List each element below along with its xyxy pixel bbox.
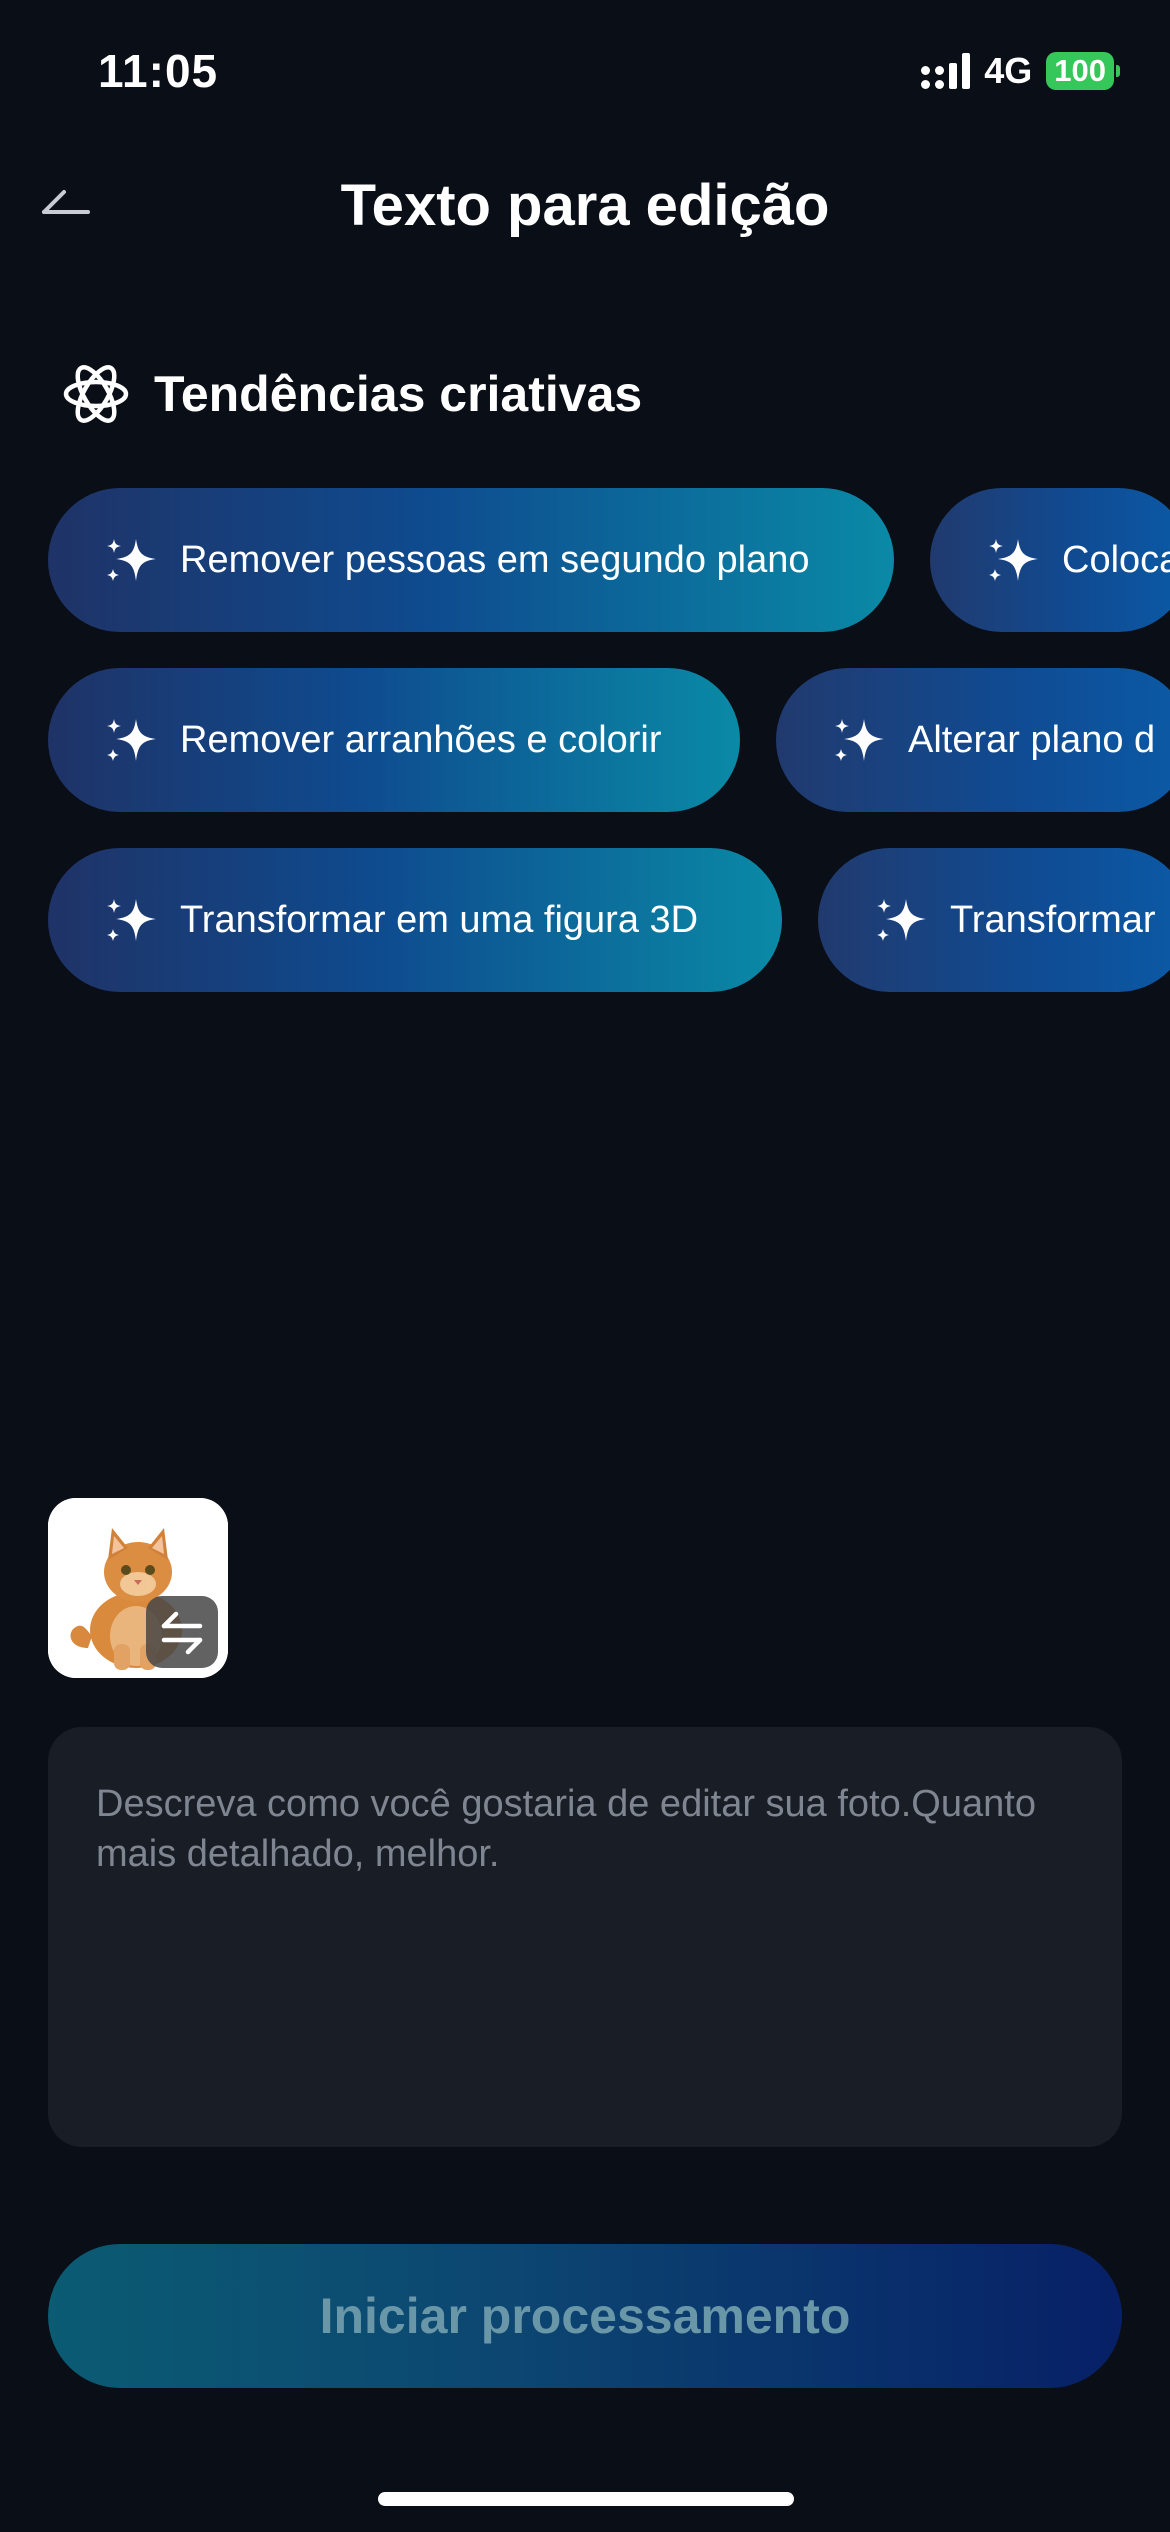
suggestion-chip[interactable]: Remover arranhões e colorir	[48, 668, 740, 812]
sparkle-icon	[877, 899, 926, 941]
chip-label: Alterar plano d	[908, 718, 1156, 761]
sparkle-icon	[835, 719, 884, 761]
suggestion-chip[interactable]: Transformar	[818, 848, 1170, 992]
chip-label: Remover pessoas em segundo plano	[180, 538, 810, 581]
photo-thumbnail[interactable]	[48, 1498, 228, 1678]
prompt-input[interactable]	[96, 1779, 1074, 2095]
swap-photo-button[interactable]	[146, 1596, 218, 1668]
suggestion-chip[interactable]: Remover pessoas em segundo plano	[48, 488, 894, 632]
chip-label: Transformar	[950, 898, 1156, 941]
sparkle-icon	[107, 539, 156, 581]
section-header: Tendências criativas	[62, 360, 642, 428]
screen: 11:05 4G 100 Texto para edição Tendência…	[0, 0, 1170, 2532]
battery-icon: 100	[1046, 52, 1120, 90]
network-type: 4G	[984, 50, 1033, 91]
status-indicators: 4G 100	[921, 50, 1120, 92]
chip-label: Remover arranhões e colorir	[180, 718, 662, 761]
suggestion-chip[interactable]: Transformar em uma figura 3D	[48, 848, 782, 992]
suggestion-chip[interactable]: Alterar plano d	[776, 668, 1170, 812]
chip-label: Transformar em uma figura 3D	[180, 898, 699, 941]
sparkle-icon	[989, 539, 1038, 581]
start-processing-button[interactable]: Iniciar processamento	[48, 2244, 1122, 2388]
signal-icon	[921, 53, 971, 89]
sparkle-icon	[107, 899, 156, 941]
swap-arrows-icon	[161, 1611, 203, 1655]
suggestion-chip[interactable]: Coloca	[930, 488, 1170, 632]
prompt-container	[48, 1727, 1122, 2147]
section-title: Tendências criativas	[154, 366, 643, 422]
home-indicator	[378, 2492, 794, 2506]
atom-icon	[63, 365, 129, 423]
chip-label: Coloca	[1062, 538, 1170, 581]
battery-level: 100	[1046, 52, 1114, 90]
status-time: 11:05	[98, 45, 219, 97]
sparkle-icon	[107, 719, 156, 761]
page-title: Texto para edição	[340, 173, 830, 238]
